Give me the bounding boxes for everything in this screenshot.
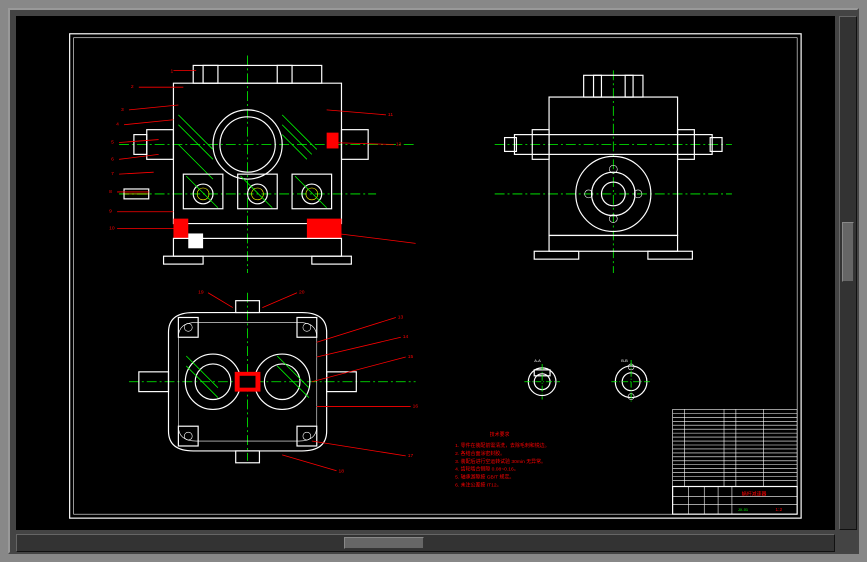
- note-6: 6. 未注公差按 IT12。: [455, 482, 501, 489]
- leader-3: 3: [121, 107, 124, 113]
- leader-8: 8: [109, 189, 112, 195]
- leader-20: 20: [299, 290, 305, 296]
- detail-b-label: B-B: [621, 358, 628, 363]
- leader-5: 5: [111, 140, 114, 146]
- drawing-title: 蜗杆减速器: [742, 490, 767, 497]
- leader-13: 13: [398, 314, 404, 320]
- leader-16: 16: [413, 403, 419, 409]
- leader-9: 9: [109, 209, 112, 215]
- title-block: 蜗杆减速器 1:2 JX-01: [673, 409, 798, 514]
- cad-drawing: 1 2 3 4 5 6 7 8 9 10 11 12: [16, 16, 835, 530]
- scrollbar-thumb-h[interactable]: [344, 537, 424, 549]
- leader-11: 11: [388, 112, 393, 118]
- leader-7: 7: [111, 171, 114, 177]
- note-1: 1. 零件在装配前需清洗，去除毛刺和锐边。: [455, 442, 549, 449]
- drawing-canvas[interactable]: 1 2 3 4 5 6 7 8 9 10 11 12: [16, 16, 835, 530]
- tech-notes: 技术要求 1. 零件在装配前需清洗，去除毛刺和锐边。 2. 各结合面涂密封胶。 …: [455, 431, 549, 488]
- leader-12: 12: [396, 141, 402, 147]
- detail-views: A-A B-B: [524, 358, 651, 404]
- leader-17: 17: [408, 453, 414, 459]
- note-4: 4. 齿轮啮合侧隙 0.08~0.16。: [455, 466, 519, 473]
- drawing-number: JX-01: [738, 507, 748, 512]
- note-5: 5. 轴承游隙按 GB/T 规定。: [455, 474, 514, 481]
- front-view: 1 2 3 4 5 6 7 8 9 10 11 12: [109, 56, 415, 273]
- detail-a-label: A-A: [534, 358, 541, 363]
- side-view: [495, 70, 732, 273]
- top-view: 13 14 15 16 17 18 19 20: [129, 290, 418, 475]
- drawing-scale: 1:2: [775, 507, 782, 513]
- scrollbar-vertical[interactable]: [839, 16, 857, 530]
- leader-2: 2: [131, 84, 134, 90]
- leader-14: 14: [403, 334, 409, 340]
- leader-1: 1: [170, 68, 173, 74]
- app-window: 1 2 3 4 5 6 7 8 9 10 11 12: [8, 8, 859, 554]
- leader-10: 10: [109, 226, 115, 232]
- note-3: 3. 装配后进行空运转试验 30min 无异常。: [455, 458, 546, 465]
- leader-6: 6: [111, 156, 114, 162]
- drawing-border-inner: [74, 38, 798, 514]
- scrollbar-thumb-v[interactable]: [842, 222, 854, 282]
- leader-19: 19: [198, 290, 204, 296]
- leader-4: 4: [116, 122, 119, 128]
- scrollbar-horizontal[interactable]: [16, 534, 835, 552]
- note-2: 2. 各结合面涂密封胶。: [455, 450, 505, 457]
- leader-15: 15: [408, 354, 414, 360]
- leader-18: 18: [339, 469, 345, 475]
- notes-title: 技术要求: [490, 431, 510, 438]
